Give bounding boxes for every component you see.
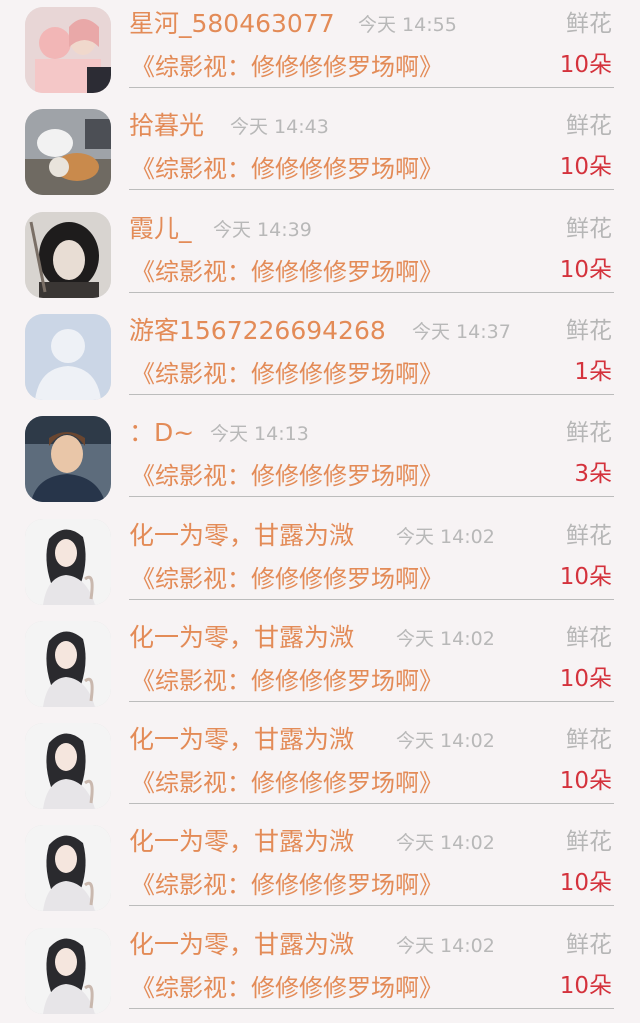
- ancient-style-woman-avatar-icon: [25, 927, 111, 1014]
- gift-count: 1朵: [574, 358, 612, 385]
- default-user-avatar-icon: [25, 313, 111, 400]
- timestamp: 今天 14:13: [210, 423, 309, 446]
- gift-type: 鲜花: [566, 215, 612, 242]
- ancient-style-woman-avatar-icon: [25, 825, 111, 912]
- avatar[interactable]: [25, 109, 111, 196]
- timestamp: 今天 14:02: [396, 934, 495, 957]
- user-name[interactable]: 霞儿_: [129, 214, 192, 244]
- avatar[interactable]: [25, 313, 111, 400]
- divider: [129, 700, 614, 702]
- book-title[interactable]: 《综影视：修修修修罗场啊》: [131, 973, 443, 1003]
- timestamp: 今天 14:02: [396, 525, 495, 548]
- gift-count: 10朵: [559, 256, 612, 283]
- user-name[interactable]: 化一为零，甘露为溦: [129, 623, 354, 653]
- divider: [129, 291, 614, 293]
- divider: [129, 1007, 614, 1009]
- gift-count: 10朵: [559, 972, 612, 999]
- gift-type: 鲜花: [566, 522, 612, 549]
- avatar[interactable]: [25, 927, 111, 1014]
- gift-type: 鲜花: [566, 624, 612, 651]
- gift-count: 10朵: [559, 52, 612, 78]
- gift-type: 鲜花: [566, 727, 612, 754]
- divider: [129, 87, 614, 88]
- divider: [129, 803, 614, 805]
- user-name[interactable]: 化一为零，甘露为溦: [129, 725, 354, 755]
- user-name[interactable]: 星河_580463077: [129, 9, 335, 39]
- book-title[interactable]: 《综影视：修修修修罗场啊》: [131, 870, 443, 900]
- divider: [129, 189, 614, 191]
- gift-count: 10朵: [559, 768, 612, 795]
- dogs-photo-avatar-icon: [25, 109, 111, 196]
- avatar[interactable]: [25, 7, 111, 93]
- book-title[interactable]: 《综影视：修修修修罗场啊》: [131, 564, 443, 594]
- avatar[interactable]: [25, 723, 111, 810]
- list-item[interactable]: 拾暮光 今天 14:43 鲜花 《综影视：修修修修罗场啊》 10朵: [0, 102, 640, 204]
- list-item[interactable]: 游客1567226694268 今天 14:37 鲜花 《综影视：修修修修罗场啊…: [0, 307, 640, 409]
- book-title[interactable]: 《综影视：修修修修罗场啊》: [131, 461, 443, 491]
- gift-list: 星河_580463077 今天 14:55 鲜花 《综影视：修修修修罗场啊》 1…: [0, 0, 640, 1023]
- ancient-style-woman-avatar-icon: [25, 723, 111, 810]
- divider: [129, 496, 614, 498]
- timestamp: 今天 14:55: [358, 14, 457, 36]
- avatar[interactable]: [25, 518, 111, 605]
- gift-type: 鲜花: [566, 11, 612, 37]
- divider: [129, 598, 614, 600]
- gift-type: 鲜花: [566, 931, 612, 958]
- timestamp: 今天 14:37: [412, 320, 511, 343]
- divider: [129, 393, 614, 395]
- smiling-person-photo-avatar-icon: [25, 416, 111, 503]
- gift-type: 鲜花: [566, 317, 612, 344]
- timestamp: 今天 14:39: [213, 218, 312, 241]
- ancient-style-woman-avatar-icon: [25, 620, 111, 707]
- user-name[interactable]: 化一为零，甘露为溦: [129, 930, 354, 960]
- gift-count: 3朵: [574, 461, 612, 488]
- dark-hair-portrait-avatar-icon: [25, 211, 111, 298]
- list-item[interactable]: 化一为零，甘露为溦 今天 14:02 鲜花 《综影视：修修修修罗场啊》 10朵: [0, 818, 640, 920]
- book-title[interactable]: 《综影视：修修修修罗场啊》: [131, 154, 443, 184]
- avatar[interactable]: [25, 825, 111, 912]
- user-name[interactable]: 化一为零，甘露为溦: [129, 521, 354, 551]
- avatar[interactable]: [25, 416, 111, 503]
- user-name[interactable]: 拾暮光: [129, 111, 204, 141]
- book-title[interactable]: 《综影视：修修修修罗场啊》: [131, 52, 443, 82]
- list-item[interactable]: 化一为零，甘露为溦 今天 14:02 鲜花 《综影视：修修修修罗场啊》 10朵: [0, 512, 640, 614]
- book-title[interactable]: 《综影视：修修修修罗场啊》: [131, 768, 443, 798]
- gift-type: 鲜花: [566, 829, 612, 856]
- user-name[interactable]: 游客1567226694268: [129, 316, 386, 346]
- user-name[interactable]: ：D~: [129, 418, 194, 448]
- divider: [129, 905, 614, 907]
- book-title[interactable]: 《综影视：修修修修罗场啊》: [131, 257, 443, 287]
- list-item[interactable]: ：D~ 今天 14:13 鲜花 《综影视：修修修修罗场啊》 3朵: [0, 409, 640, 511]
- list-item[interactable]: 化一为零，甘露为溦 今天 14:02 鲜花 《综影视：修修修修罗场啊》 10朵: [0, 614, 640, 716]
- list-item[interactable]: 化一为零，甘露为溦 今天 14:02 鲜花 《综影视：修修修修罗场啊》 10朵: [0, 921, 640, 1023]
- timestamp: 今天 14:02: [396, 832, 495, 855]
- gift-count: 10朵: [559, 563, 612, 590]
- user-name[interactable]: 化一为零，甘露为溦: [129, 827, 354, 857]
- gift-type: 鲜花: [566, 113, 612, 140]
- list-item[interactable]: 化一为零，甘露为溦 今天 14:02 鲜花 《综影视：修修修修罗场啊》 10朵: [0, 716, 640, 818]
- gift-count: 10朵: [559, 870, 612, 897]
- timestamp: 今天 14:02: [396, 730, 495, 753]
- book-title[interactable]: 《综影视：修修修修罗场啊》: [131, 666, 443, 696]
- gift-count: 10朵: [559, 665, 612, 692]
- timestamp: 今天 14:43: [230, 116, 329, 139]
- list-item[interactable]: 星河_580463077 今天 14:55 鲜花 《综影视：修修修修罗场啊》 1…: [0, 0, 640, 102]
- timestamp: 今天 14:02: [396, 627, 495, 650]
- gift-count: 10朵: [559, 154, 612, 181]
- avatar[interactable]: [25, 620, 111, 707]
- avatar[interactable]: [25, 211, 111, 298]
- anime-girl-avatar-icon: [25, 7, 111, 93]
- book-title[interactable]: 《综影视：修修修修罗场啊》: [131, 359, 443, 389]
- list-item[interactable]: 霞儿_ 今天 14:39 鲜花 《综影视：修修修修罗场啊》 10朵: [0, 205, 640, 307]
- ancient-style-woman-avatar-icon: [25, 518, 111, 605]
- gift-type: 鲜花: [566, 420, 612, 447]
